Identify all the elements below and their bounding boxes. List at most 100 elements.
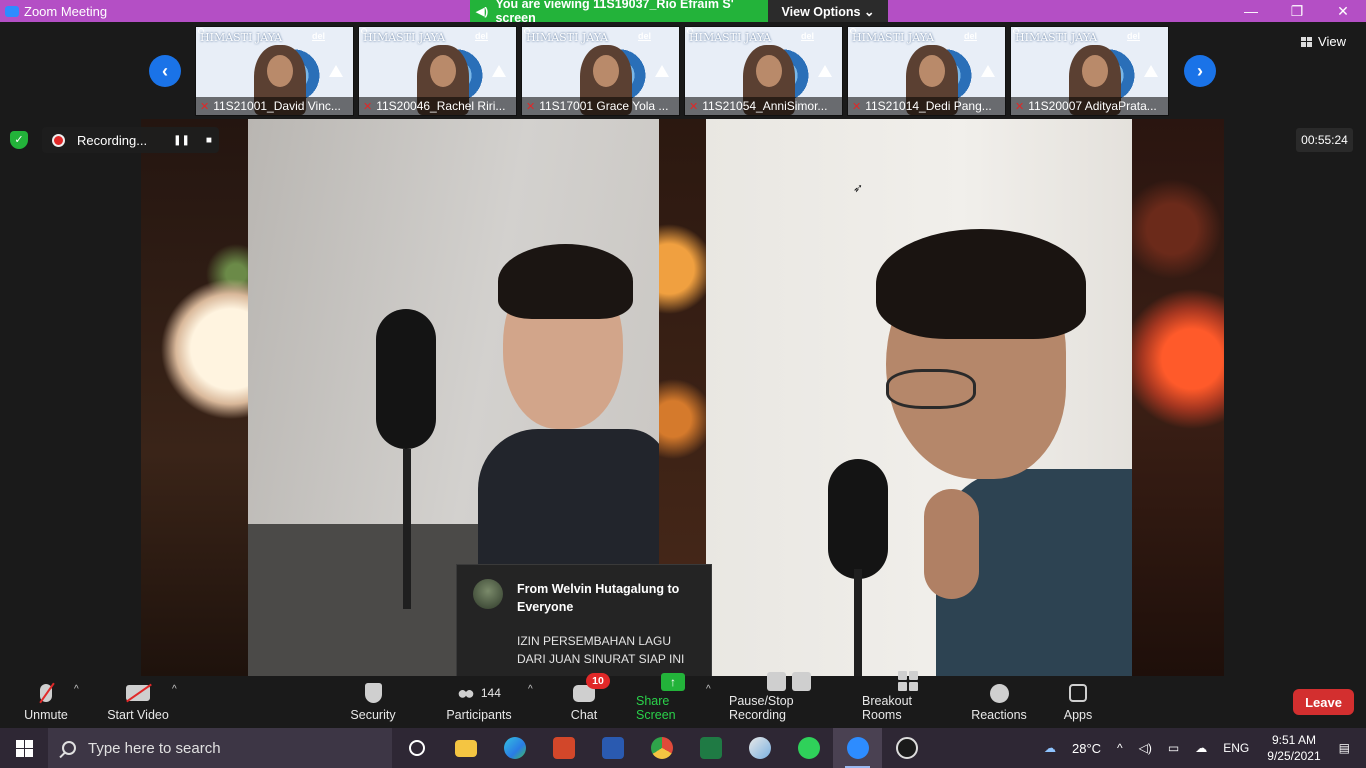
grid-view-icon: [1301, 36, 1313, 47]
meeting-timer: 00:55:24: [1296, 128, 1353, 152]
zoom-window: Zoom Meeting ◀) You are viewing 11S19037…: [0, 0, 1366, 768]
share-screen-button[interactable]: ↑ Share Screen: [636, 673, 710, 728]
participants-caret[interactable]: ^: [528, 684, 533, 695]
cortana-icon[interactable]: [392, 728, 441, 768]
avatar: [473, 579, 503, 609]
reactions-label: Reactions: [971, 708, 1027, 722]
language-indicator[interactable]: ENG: [1223, 741, 1249, 755]
onedrive-icon[interactable]: ☁: [1195, 741, 1207, 755]
encryption-shield-icon[interactable]: ✓: [10, 131, 28, 149]
participants-button[interactable]: ●● 144 Participants: [444, 676, 514, 728]
restore-button[interactable]: ❐: [1274, 0, 1320, 22]
participant-name: 11S21054_AnniSimor...: [702, 99, 828, 113]
chat-sender: From Welvin Hutagalung to Everyone: [517, 582, 680, 614]
leave-button[interactable]: Leave: [1293, 689, 1354, 715]
edge-icon[interactable]: [490, 728, 539, 768]
play-icon: [818, 65, 832, 77]
breakout-rooms-button[interactable]: Breakout Rooms: [862, 671, 954, 728]
play-icon: [329, 65, 343, 77]
emoji-icon: [989, 683, 1009, 703]
participant-tile[interactable]: HIMASTI JAYA del ✕ 11S21001_David Vinc...: [195, 26, 354, 116]
clock[interactable]: 9:51 AM 9/25/2021: [1267, 732, 1320, 764]
view-button[interactable]: View: [1301, 34, 1346, 49]
clock-date: 9/25/2021: [1267, 749, 1321, 763]
tile-tag: del: [475, 31, 489, 41]
start-video-label: Start Video: [107, 708, 169, 722]
zoom-icon[interactable]: [833, 728, 882, 768]
tile-brand: HIMASTI JAYA: [363, 31, 446, 44]
microphone-icon: [828, 459, 888, 579]
participant-tile[interactable]: HIMASTI JAYA del ✕ 11S17001 Grace Yola ..…: [521, 26, 680, 116]
participant-label: ✕ 11S17001 Grace Yola ...: [522, 97, 679, 115]
start-video-button[interactable]: Start Video: [104, 676, 172, 728]
mic-muted-icon: ✕: [526, 100, 536, 113]
video-options-caret[interactable]: ^: [172, 684, 177, 695]
stop-recording-button[interactable]: ■: [206, 135, 212, 146]
apps-button[interactable]: Apps: [1060, 676, 1096, 728]
start-button[interactable]: [0, 728, 48, 768]
zoom-app-icon: [5, 5, 19, 17]
participant-name: 11S20046_Rachel Riri...: [376, 99, 506, 113]
screen-share-banner: ◀) You are viewing 11S19037_Rio Efraim S…: [470, 0, 768, 25]
participant-label: ✕ 11S20007 AdityaPrata...: [1011, 97, 1168, 115]
security-button[interactable]: Security: [345, 676, 401, 728]
participant-tile[interactable]: HIMASTI JAYA del ✕ 11S21014_Dedi Pang...: [847, 26, 1006, 116]
network-icon[interactable]: ▭: [1168, 741, 1179, 755]
tile-tag: del: [638, 31, 652, 41]
reactions-button[interactable]: Reactions: [970, 676, 1028, 728]
window-controls: — ❐ ✕: [1228, 0, 1366, 22]
weather-icon[interactable]: ☁: [1044, 741, 1056, 755]
search-placeholder: Type here to search: [88, 739, 221, 757]
tile-brand: HIMASTI JAYA: [1015, 31, 1098, 44]
whatsapp-icon[interactable]: [784, 728, 833, 768]
participant-name: 11S17001 Grace Yola ...: [539, 99, 669, 113]
windows-logo-icon: [15, 739, 33, 757]
play-icon: [981, 65, 995, 77]
clock-time: 9:51 AM: [1271, 733, 1316, 747]
tile-brand: HIMASTI JAYA: [200, 31, 283, 44]
close-button[interactable]: ✕: [1320, 0, 1366, 22]
security-shield-icon: [364, 683, 382, 703]
notifications-icon[interactable]: ▤: [1339, 741, 1350, 755]
play-icon: [1144, 65, 1158, 77]
unmute-label: Unmute: [24, 708, 68, 722]
play-icon: [492, 65, 506, 77]
participant-tile[interactable]: HIMASTI JAYA del ✕ 11S20007 AdityaPrata..…: [1010, 26, 1169, 116]
speaker-icon: ◀): [476, 5, 489, 18]
participant-tile[interactable]: HIMASTI JAYA del ✕ 11S20046_Rachel Riri..…: [358, 26, 517, 116]
audio-options-caret[interactable]: ^: [74, 684, 79, 695]
participant-name: 11S21014_Dedi Pang...: [865, 99, 992, 113]
microphone-icon: [376, 309, 436, 449]
share-options-caret[interactable]: ^: [706, 684, 711, 695]
chrome-icon[interactable]: [637, 728, 686, 768]
recording-label: Recording...: [77, 132, 148, 148]
obs-icon[interactable]: [882, 728, 931, 768]
view-options-button[interactable]: View Options ⌄: [768, 0, 888, 22]
next-page-button[interactable]: ›: [1184, 55, 1216, 87]
window-title: Zoom Meeting: [24, 3, 108, 19]
bokeh-background-right: [1132, 119, 1224, 676]
pause-recording-button[interactable]: ❚❚: [173, 135, 190, 146]
paint-icon[interactable]: [735, 728, 784, 768]
participant-label: ✕ 11S21001_David Vinc...: [196, 97, 353, 115]
word-icon[interactable]: [588, 728, 637, 768]
participants-icon: ●●: [457, 682, 475, 703]
volume-icon[interactable]: ◁): [1139, 741, 1152, 755]
unmute-button[interactable]: Unmute: [18, 676, 74, 728]
previous-page-button[interactable]: ‹: [149, 55, 181, 87]
video-singer-right: [706, 119, 1132, 676]
minimize-button[interactable]: —: [1228, 0, 1274, 22]
excel-icon[interactable]: [686, 728, 735, 768]
chevron-left-icon: ‹: [162, 60, 168, 81]
tile-tag: del: [801, 31, 815, 41]
pause-stop-recording-button[interactable]: Pause/Stop Recording: [729, 672, 849, 728]
tray-overflow-icon[interactable]: ^: [1117, 741, 1123, 755]
share-arrow-icon: ↑: [661, 673, 685, 691]
participant-tile[interactable]: HIMASTI JAYA del ✕ 11S21054_AnniSimor...: [684, 26, 843, 116]
file-explorer-icon[interactable]: [441, 728, 490, 768]
powerpoint-icon[interactable]: [539, 728, 588, 768]
mic-muted-icon: [40, 684, 52, 702]
chat-notification[interactable]: From Welvin Hutagalung to Everyone IZIN …: [456, 564, 712, 689]
weather-temp[interactable]: 28°C: [1072, 741, 1101, 756]
taskbar-search-input[interactable]: Type here to search: [48, 728, 392, 768]
